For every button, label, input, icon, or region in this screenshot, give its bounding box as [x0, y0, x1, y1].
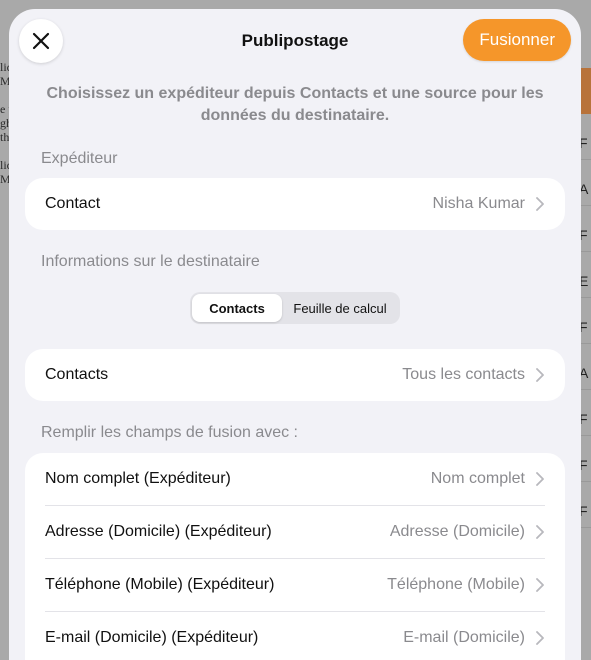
row-label: Téléphone (Mobile) (Expéditeur) — [45, 576, 275, 593]
chevron-right-icon — [536, 368, 544, 382]
intro-text: Choisissez un expéditeur depuis Contacts… — [46, 85, 544, 124]
chevron-right-icon — [536, 472, 544, 486]
chevron-right-icon — [536, 578, 544, 592]
segment-contacts[interactable]: Contacts — [192, 294, 282, 322]
row-value: Adresse (Domicile) — [389, 523, 525, 540]
merge-field-row[interactable]: E-mail (Domicile) (Expéditeur) E-mail (D… — [25, 612, 565, 660]
sender-section-label: Expéditeur — [41, 150, 118, 167]
sender-group: Contact Nisha Kumar — [25, 178, 565, 230]
merge-button[interactable]: Fusionner — [463, 19, 571, 61]
merge-field-row[interactable]: Adresse (Domicile) (Expéditeur) Adresse … — [25, 506, 565, 558]
merge-fields-section-label: Remplir les champs de fusion avec : — [41, 424, 298, 441]
row-label: Nom complet (Expéditeur) — [45, 470, 231, 487]
merge-fields-group: Nom complet (Expéditeur) Nom complet Adr… — [25, 453, 565, 660]
mail-merge-sheet: Publipostage Fusionner Choisissez un exp… — [9, 9, 581, 660]
row-label: E-mail (Domicile) (Expéditeur) — [45, 629, 259, 646]
chevron-right-icon — [536, 631, 544, 645]
recipient-contacts-row[interactable]: Contacts Tous les contacts — [25, 349, 565, 401]
chevron-right-icon — [536, 197, 544, 211]
row-label: Contact — [45, 195, 101, 212]
row-label: Contacts — [45, 366, 109, 383]
row-value: Nisha Kumar — [432, 195, 525, 212]
sheet-header: Publipostage Fusionner — [9, 9, 581, 71]
sender-contact-row[interactable]: Contact Nisha Kumar — [25, 178, 565, 230]
recipient-section-label: Informations sur le destinataire — [41, 253, 260, 270]
merge-field-row[interactable]: Nom complet (Expéditeur) Nom complet — [25, 453, 565, 505]
row-value: E-mail (Domicile) — [403, 629, 525, 646]
row-value: Tous les contacts — [402, 366, 525, 383]
row-label: Adresse (Domicile) (Expéditeur) — [45, 523, 272, 540]
merge-field-row[interactable]: Téléphone (Mobile) (Expéditeur) Téléphon… — [25, 559, 565, 611]
row-value: Nom complet — [430, 470, 525, 487]
recipient-source-segmented-control: Contacts Feuille de calcul — [190, 292, 400, 324]
recipient-group: Contacts Tous les contacts — [25, 349, 565, 401]
chevron-right-icon — [536, 525, 544, 539]
row-value: Téléphone (Mobile) — [387, 576, 525, 593]
segment-spreadsheet[interactable]: Feuille de calcul — [282, 294, 398, 322]
